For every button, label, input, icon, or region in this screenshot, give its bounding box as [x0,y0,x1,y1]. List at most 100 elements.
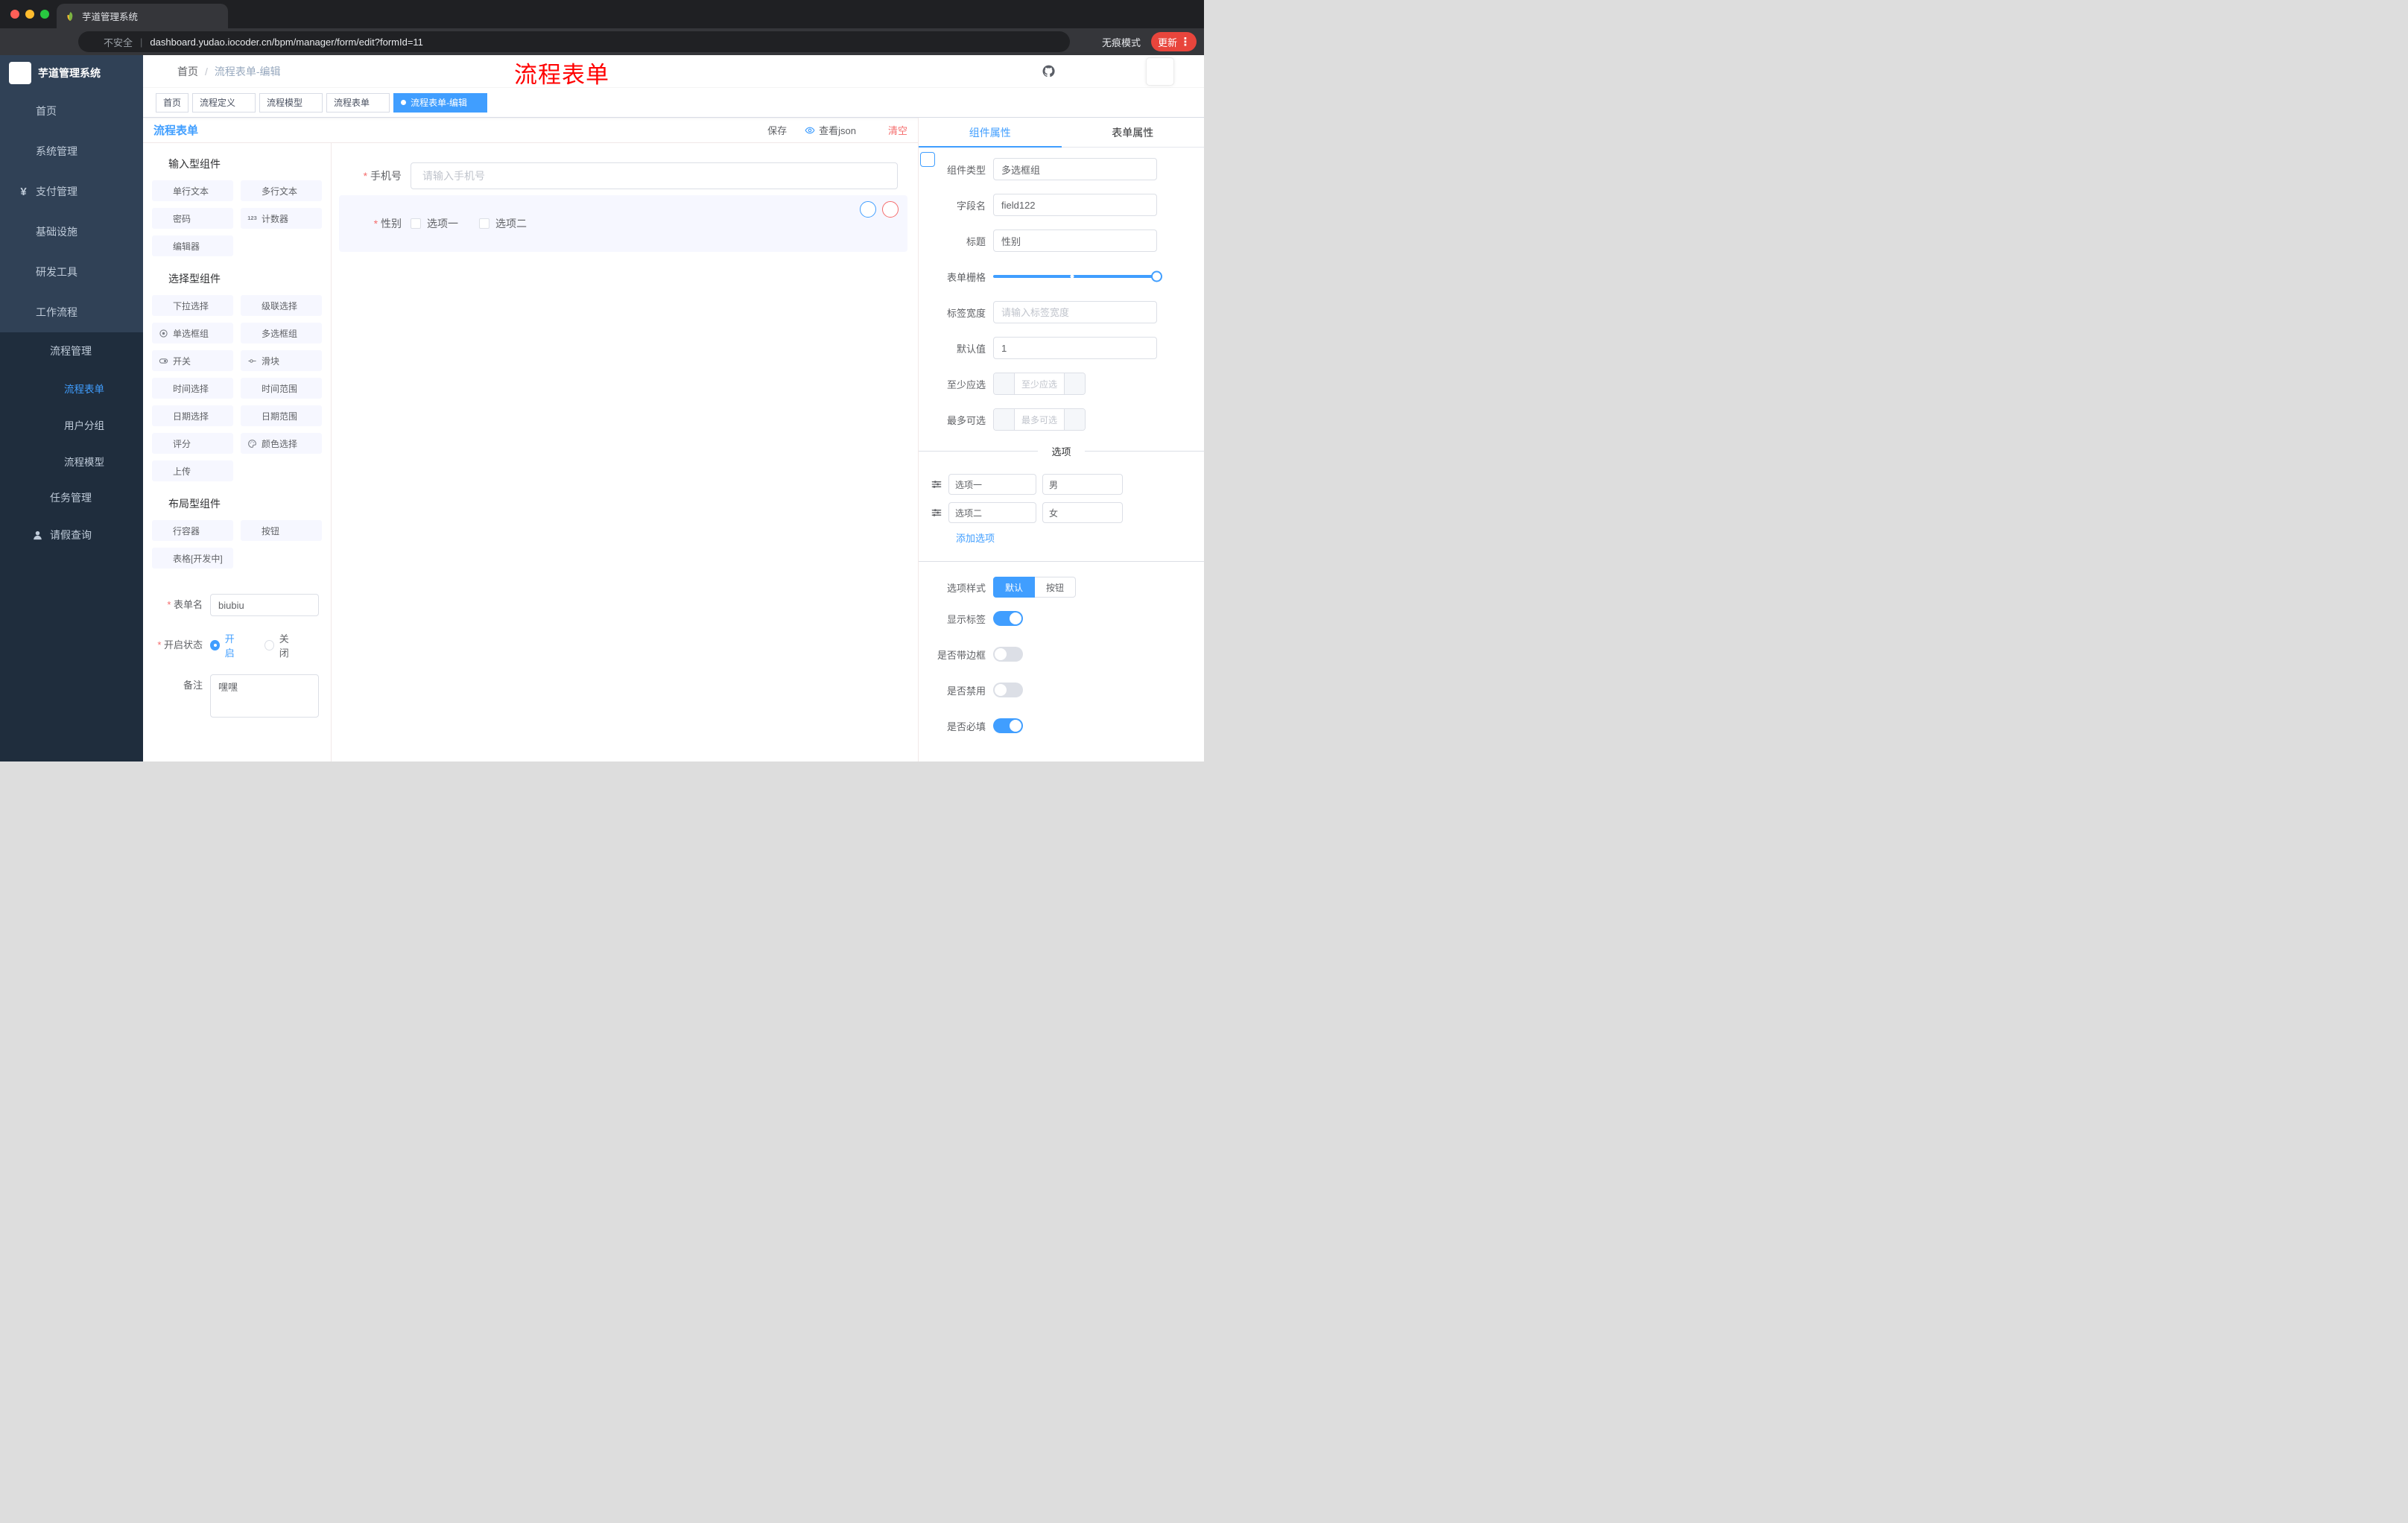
chip-cascader[interactable]: M4 4h6.5v5H4zM13.5 15h6.5v5h-6.5zM7.2 9v… [241,295,322,316]
add-option-button[interactable]: M12 21a9 9 0 1 0 0-18 9 9 0 0 0 0 18zM12… [919,531,1204,545]
window-close-button[interactable] [10,10,19,19]
tab-close-icon[interactable]: M6 6l12 12M18 6L6 18 [211,11,221,21]
forward-button[interactable]: M5 12h13.5M12.5 5.5L19 12l-6.5 6.5 [29,32,49,52]
update-button[interactable]: 更新 ⋮ [1150,32,1197,51]
view-json-button[interactable]: 查看json [805,123,856,137]
chip-table[interactable]: M3 4.5h18v15H3zM3 9.5h18M3 14.5h18M9 4.5… [152,548,233,569]
grid-slider[interactable] [993,265,1162,288]
sidebar-item-leave-query[interactable]: 请假查询 [0,516,143,554]
required-switch[interactable] [993,718,1023,733]
checkbox-option-1[interactable]: 选项一 [411,216,458,231]
sidebar-item-payment[interactable]: ¥ 支付管理 M6.5 9.5L12 15l5.5-5.5 [0,171,143,212]
sidebar-item-process-model[interactable]: M21 3.5L3.5 10.5l6.8 2.7 2.7 6.8zM10.3 1… [0,443,143,479]
sidebar-item-user-group[interactable]: M9 10.5a3 3 0 1 0 0-6 3 3 0 0 0 0 6zM3.5… [0,406,143,443]
sidebar-item-process-form[interactable]: M6 3h8l4 4.2V21H6zM14 3v4.5h4M9.5 12.5h5… [0,370,143,406]
font-size-icon[interactable]: M3.5 17.5L9 5l5.5 12.5M5.5 13.5h7M14.5 1… [1120,64,1134,78]
help-icon[interactable]: M12 21a9 9 0 1 0 0-18 9 9 0 0 0 0 18zM9.… [1068,64,1082,78]
link-button[interactable]: M9.5 13.5a4 4 0 0 0 5.6 0l3.4-3.4a4 4 0 … [920,152,935,167]
chip-date-range[interactable]: M3.5 5.5h17v15h-17zM3.5 9.8h17M8 3.2v4M1… [241,405,322,426]
chip-rate[interactable]: M12 4l2.5 5 5.5.8-4 3.9.9 5.5-4.9-2.6-4.… [152,433,233,454]
tab-process-model[interactable]: 流程模型 M6 6l12 12M18 6L6 18 [259,92,323,113]
option-value-input[interactable] [1042,474,1123,495]
fullscreen-icon[interactable]: M4 9V4h5M15 4h5v5M20 15v5h-5M9 20H4v-5 [1094,64,1108,78]
title-input[interactable] [993,229,1157,252]
chip-date[interactable]: M3.5 5.5h17v15h-17zM3.5 9.8h17M8 3.2v4M1… [152,405,233,426]
sidebar-item-process-management[interactable]: M4 6h1.2M4 12h1.2M4 18h1.2M9 6h11M9 12h1… [0,332,143,370]
option-label-input[interactable] [948,474,1036,495]
browser-tab[interactable]: 芋道管理系统 M6 6l12 12M18 6L6 18 [57,4,228,28]
password-key-icon[interactable]: M7.5 15.8a3.8 3.8 0 1 1 0-7.6 3.8 3.8 0 … [1025,36,1037,48]
border-switch[interactable] [993,647,1023,662]
window-minimize-button[interactable] [25,10,34,19]
slider-handle[interactable] [1151,270,1162,282]
disabled-switch[interactable] [993,683,1023,697]
chip-checkbox-group[interactable]: M4 4h16v16H4zM8 12.6l3 3 5.3-6.6 多选框组 [241,323,322,343]
form-name-input[interactable] [210,594,319,616]
chip-select[interactable]: M12 21a9 9 0 1 0 0-18 9 9 0 0 0 0 18zM8.… [152,295,233,316]
sidebar-item-system[interactable]: M12 15.5a3.5 3.5 0 1 0 0-7 3.5 3.5 0 0 0… [0,131,143,171]
stepper-placeholder[interactable]: 最多可选 [1015,409,1064,430]
chip-time[interactable]: M12 21a9 9 0 1 0 0-18 9 9 0 0 0 0 18zM12… [152,378,233,399]
search-icon[interactable]: M16.6 16.6L21 21M17.5 10.5a7 7 0 1 1-14 … [1016,64,1030,78]
clear-button[interactable]: M4 7h16M9.5 7V4.5h5V7M6.5 7l1 13h9l1-13M… [874,123,907,137]
copy-component-button[interactable]: M8.5 8.5H20V20H8.5zM5 15.5V4h11.5 [860,201,876,218]
security-label[interactable]: 不安全 [104,35,133,49]
stepper-placeholder[interactable]: 至少应选 [1015,373,1064,394]
component-type-select[interactable]: 多选框组 M6.5 9.5L12 15l5.5-5.5 [993,158,1157,180]
remove-option-button[interactable]: M12 21a9 9 0 1 0 0-18 9 9 0 0 0 0 18zM8 … [1133,506,1147,519]
back-button[interactable]: M19 12H5.5M11.5 5.5L5 12l6.5 6.5 [7,32,28,52]
collapse-menu-button[interactable]: M4 5.5h16M4 12h16M4 18.5h16 [143,55,173,88]
increase-button[interactable]: M12 5.5v13M5.5 12h13 [1064,409,1085,430]
chip-password[interactable]: M6 10.8h12V20H6zM8.5 10.8V8a3.5 3.5 0 0 … [152,208,233,229]
default-value-input[interactable] [993,337,1157,359]
show-label-switch[interactable] [993,611,1023,626]
option-label-input[interactable] [948,502,1036,523]
decrease-button[interactable]: M6 12h12 [994,409,1015,430]
sidebar-item-task-management[interactable]: M9 3.5h6V8H9zM3 16h6v4.5H3zM15 16h6v4.5h… [0,479,143,516]
window-zoom-button[interactable] [40,10,49,19]
selected-component[interactable]: 性别 选项一 选项二 [339,195,907,252]
sidebar-item-devtools[interactable]: M3.5 8.5h17V20h-17zM9 8.5V4.5h6v4M3.5 13… [0,252,143,292]
sidebar-item-home[interactable]: M3.5 11L12 3.5 20.5 11M6 9.5V20h12V9.5 首… [0,91,143,131]
checkbox-option-2[interactable]: 选项二 [479,216,527,231]
sidebar-item-workflow[interactable]: M4 3.5h6.5V10H4zM13.5 14h6.5v6.5h-6.5zM7… [0,292,143,332]
option-drag-handle-icon[interactable] [931,507,942,519]
option-drag-handle-icon[interactable] [931,478,942,490]
bookmark-star-icon[interactable]: M12 3.5l2.7 5.5 6 .9-4.3 4.2 1 6L12 17.2… [1049,36,1061,48]
close-icon[interactable]: M6 6l12 12M18 6L6 18 [472,98,480,107]
form-remark-textarea[interactable]: 嘿嘿 [210,674,319,718]
chip-upload[interactable]: M4 17.5V20h16v-2.5M12 15.5V5.2M7.5 9.5L1… [152,460,233,481]
reload-button[interactable]: M19.5 12A7.5 7.5 0 1 1 17 6.5M19.8 3.5v4… [51,32,71,52]
close-icon[interactable]: M6 6l12 12M18 6L6 18 [307,98,315,107]
avatar[interactable]: M3 4.5h18v15H3zM8.5 10.5a1.6 1.6 0 1 0 0… [1146,57,1174,86]
option-style-default-button[interactable]: 默认 [993,577,1036,598]
address-bar[interactable]: M12 3.5L22 20.2H2zM12 9.5v4.5M12 17.2h.0… [78,31,1070,52]
close-icon[interactable]: M6 6l12 12M18 6L6 18 [374,98,382,107]
phone-input[interactable] [411,162,898,189]
status-radio-off[interactable]: 关闭 [264,631,297,659]
option-value-input[interactable] [1042,502,1123,523]
chip-textarea[interactable]: M3 5.5h18v13H3zM6.5 10h11M6.5 14h7 多行文本 [241,180,322,201]
save-button[interactable]: M4.5 12.5l5 5 10-11 保存 [753,123,787,137]
github-icon[interactable] [1042,64,1056,78]
chip-row-container[interactable]: M3 5h18v14H3zM12 5v14 行容器 [152,520,233,541]
label-width-input[interactable] [993,301,1157,323]
tab-home[interactable]: 首页 [156,92,189,113]
tab-component-props[interactable]: 组件属性 [919,118,1062,148]
chip-editor[interactable]: M4 20.5h16M4.5 16.5L15.5 5.5l3 3L7.5 19.… [152,235,233,256]
chip-slider[interactable]: 滑块 [241,350,322,371]
kebab-menu-icon[interactable]: ⋮ [1180,37,1191,48]
increase-button[interactable]: M12 5.5v13M5.5 12h13 [1064,373,1085,394]
chip-radio-group[interactable]: 单选框组 [152,323,233,343]
delete-component-button[interactable]: M4 7h16M9.5 7V4.5h5V7M6.5 7l1 13h9l1-13M… [882,201,899,218]
new-tab-button[interactable]: M12 5.5v13M5.5 12h13 [237,8,250,21]
chip-switch[interactable]: 开关 [152,350,233,371]
tab-process-form-edit[interactable]: 流程表单-编辑 M6 6l12 12M18 6L6 18 [393,92,488,113]
tab-process-definition[interactable]: 流程定义 M6 6l12 12M18 6L6 18 [192,92,256,113]
tab-form-props[interactable]: 表单属性 [1062,118,1205,147]
status-radio-on[interactable]: 开启 [210,631,242,659]
close-icon[interactable]: M6 6l12 12M18 6L6 18 [240,98,248,107]
remove-option-button[interactable]: M12 21a9 9 0 1 0 0-18 9 9 0 0 0 0 18zM8 … [1133,478,1147,491]
chip-time-range[interactable]: M12 21a9 9 0 1 0 0-18 9 9 0 0 0 0 18zM12… [241,378,322,399]
url-text[interactable]: dashboard.yudao.iocoder.cn/bpm/manager/f… [150,37,1013,48]
